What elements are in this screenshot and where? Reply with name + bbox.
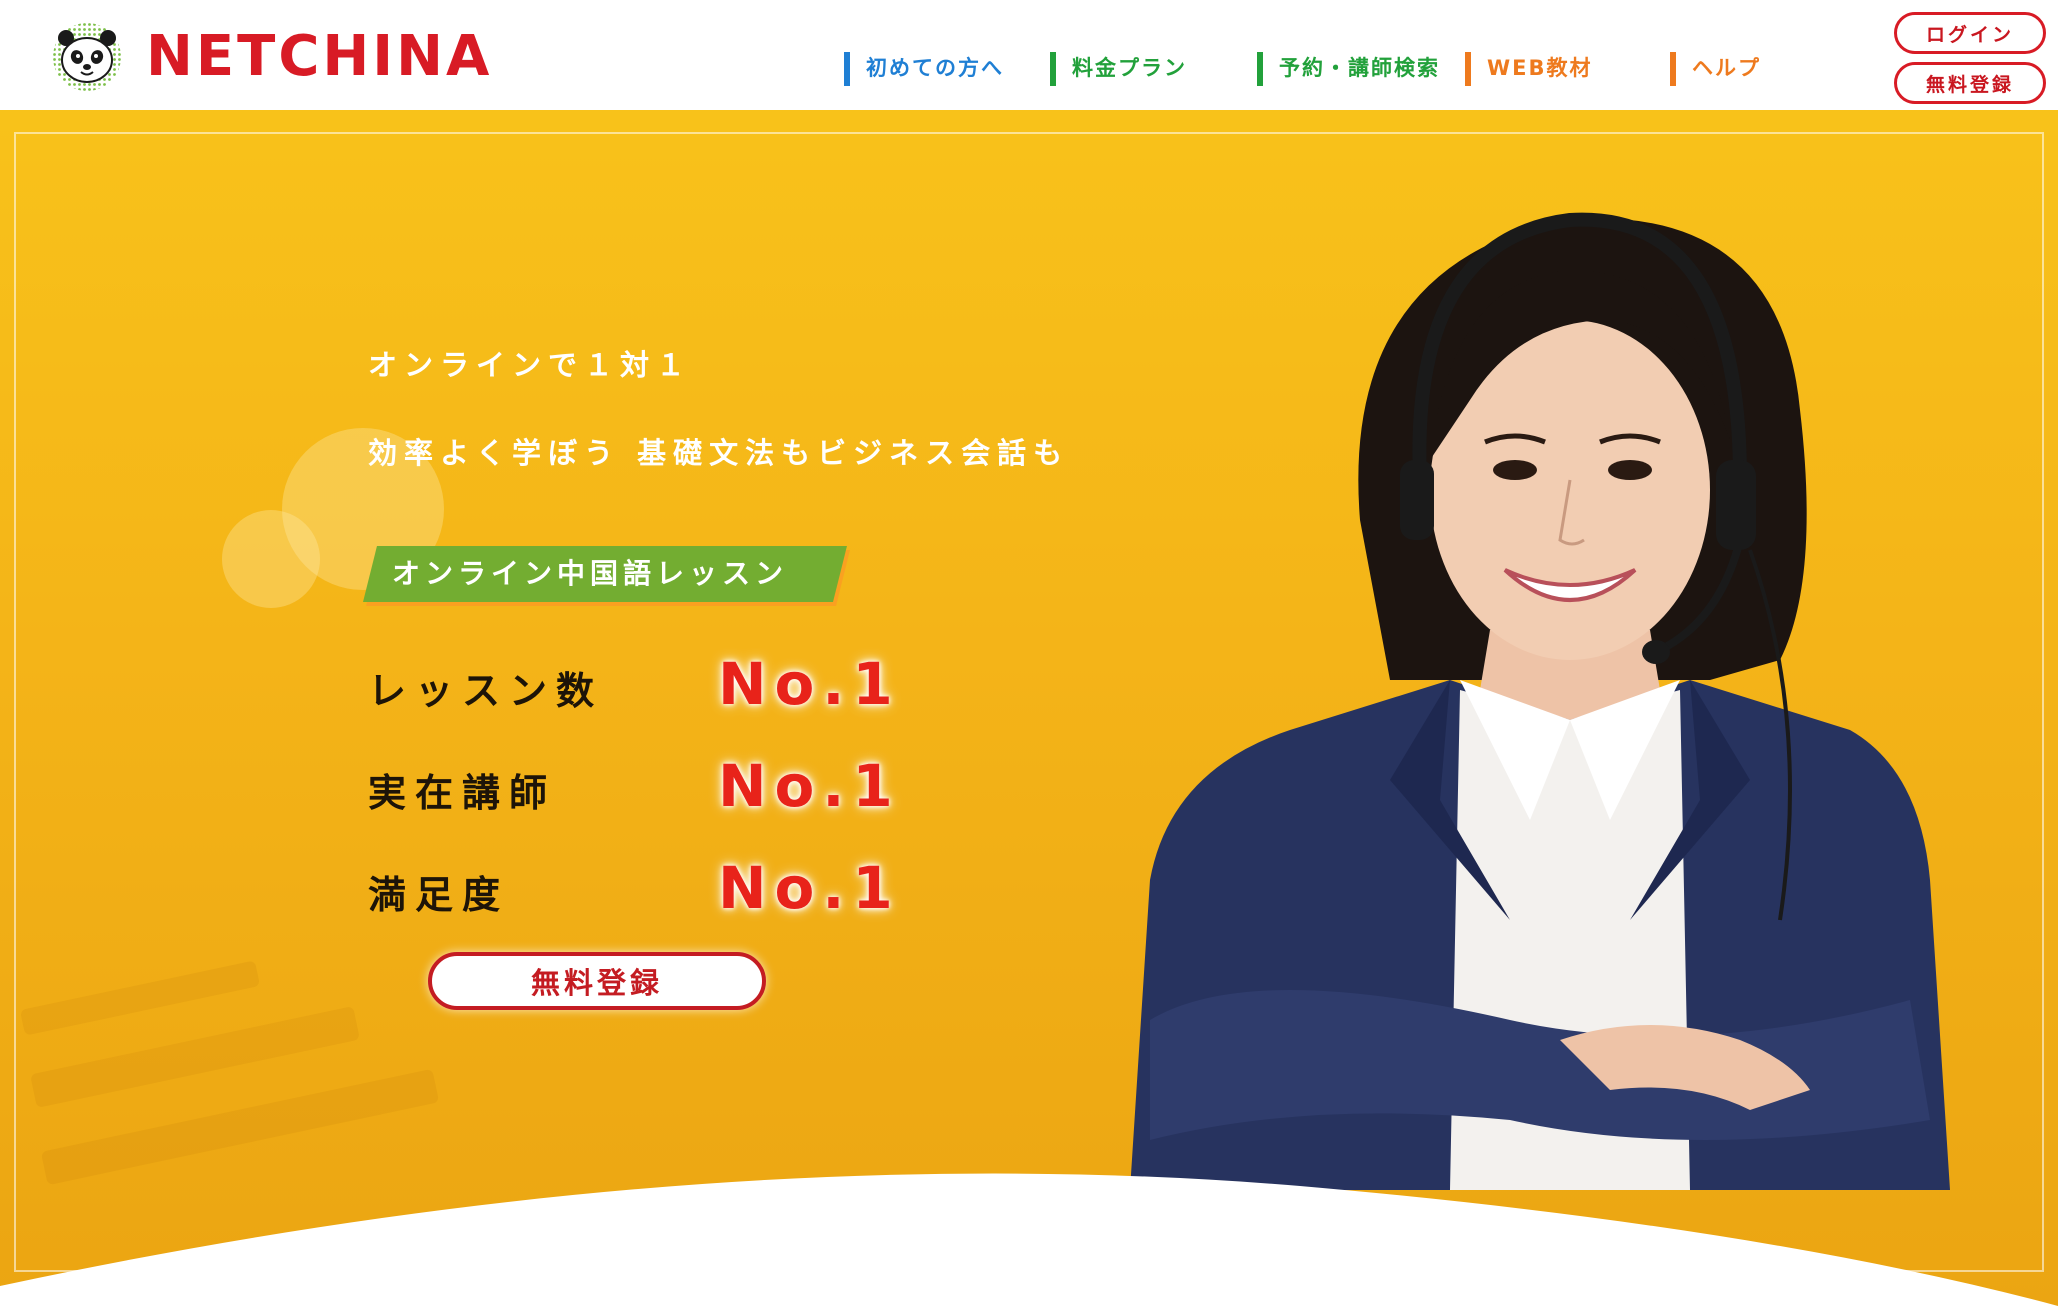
stat-value: No.1 (718, 752, 901, 820)
ribbon-label: オンライン中国語レッスン (392, 557, 789, 590)
nav-item-first-time[interactable]: 初めての方へ (844, 48, 1004, 88)
stat-label: 実在講師 (368, 771, 557, 815)
panda-logo-icon (53, 23, 121, 91)
nav-item-web-materials[interactable]: WEB教材 (1465, 48, 1593, 88)
stat-value: No.1 (718, 854, 901, 922)
login-button[interactable]: ログイン (1894, 12, 2046, 54)
decorative-bubble (222, 510, 320, 608)
hero-subtitle-2: 効率よく学ぼう 基礎文法もビジネス会話も (368, 436, 1070, 470)
hero-section: オンラインで１対１ 効率よく学ぼう 基礎文法もビジネス会話も オンライン中国語レ… (0, 110, 2058, 1306)
hero-subtitle-1: オンラインで１対１ (368, 348, 693, 382)
header-signup-button[interactable]: 無料登録 (1894, 62, 2046, 104)
teacher-photo (1130, 212, 1950, 1190)
brand-name: NETCHINA (146, 24, 493, 89)
nav-item-booking-search[interactable]: 予約・講師検索 (1257, 48, 1440, 88)
nav-item-help[interactable]: ヘルプ (1670, 48, 1761, 88)
logo-link[interactable]: NETCHINA (52, 22, 492, 92)
hero-signup-button[interactable]: 無料登録 (428, 952, 766, 1010)
stat-value: No.1 (718, 650, 901, 718)
nav-item-pricing[interactable]: 料金プラン (1050, 48, 1187, 88)
site-header: NETCHINA 初めての方へ 料金プラン 予約・講師検索 WEB教材 ヘルプ … (0, 0, 2058, 110)
hero-bottom-wave (0, 1173, 2058, 1306)
stat-label: レッスン数 (368, 669, 604, 713)
stat-label: 満足度 (368, 873, 510, 917)
